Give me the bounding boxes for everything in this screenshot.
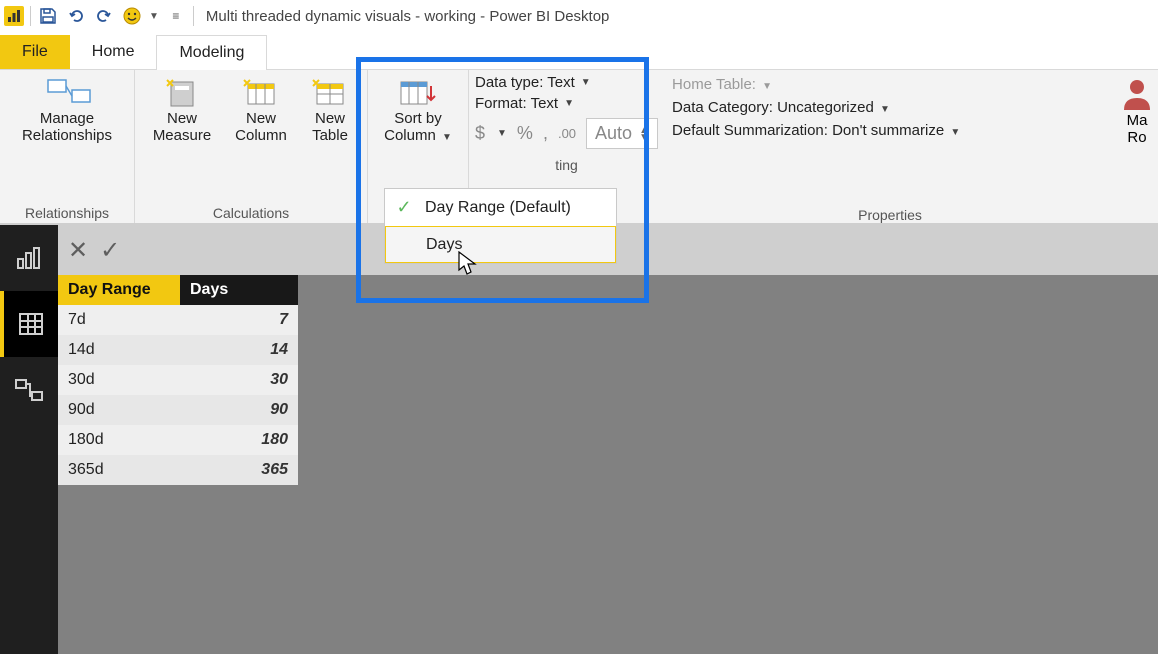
cancel-icon[interactable]: ✕ [68, 236, 88, 265]
chevron-down-icon[interactable]: ▼ [149, 11, 159, 22]
tab-file[interactable]: File [0, 35, 70, 69]
table-icon [309, 76, 351, 108]
label: Manage Relationships [22, 110, 112, 144]
tab-modeling[interactable]: Modeling [156, 35, 267, 70]
view-switcher [0, 225, 58, 654]
table-row[interactable]: 30d30 [58, 365, 298, 395]
column-icon [240, 76, 282, 108]
measure-icon [161, 76, 203, 108]
new-column-button[interactable]: New Column [225, 74, 297, 144]
sort-option-default[interactable]: ✓ Day Range (Default) [385, 189, 616, 226]
table-row[interactable]: 90d90 [58, 395, 298, 425]
new-measure-button[interactable]: New Measure [143, 74, 221, 144]
app-icon [4, 6, 24, 26]
group-label: Relationships [25, 205, 109, 221]
label: New Column [235, 110, 287, 144]
column-header-day-range[interactable]: Day Range [58, 275, 180, 305]
separator [193, 6, 194, 26]
table-row[interactable]: 7d7 [58, 305, 298, 335]
label: Day Range (Default) [425, 199, 571, 217]
default-summarization-dropdown[interactable]: Default Summarization: Don't summarize ▼ [672, 122, 1108, 139]
table-row[interactable]: 14d14 [58, 335, 298, 365]
home-table-dropdown[interactable]: Home Table: ▼ [672, 76, 1108, 93]
data-canvas: Day Range Days 7d7 14d14 30d30 90d90 180… [58, 275, 1158, 654]
data-table: Day Range Days 7d7 14d14 30d30 90d90 180… [58, 275, 298, 485]
table-row[interactable]: 180d180 [58, 425, 298, 455]
data-view-button[interactable] [0, 291, 58, 357]
label: Ma Ro [1127, 112, 1148, 146]
group-label: Properties [672, 207, 1108, 223]
separator [30, 6, 31, 26]
group-security-partial: Ma Ro [1116, 70, 1158, 223]
data-category-dropdown[interactable]: Data Category: Uncategorized ▼ [672, 99, 1108, 116]
commit-icon[interactable]: ✓ [100, 236, 120, 265]
redo-button[interactable] [93, 5, 115, 27]
manage-relationships-button[interactable]: Manage Relationships [8, 74, 126, 144]
sort-option-days[interactable]: Days [385, 226, 616, 263]
sort-by-column-menu: ✓ Day Range (Default) Days [384, 188, 617, 264]
tab-home[interactable]: Home [70, 35, 157, 69]
tutorial-highlight [356, 57, 649, 303]
new-table-button[interactable]: New Table [301, 74, 359, 144]
person-icon [1120, 76, 1154, 110]
undo-button[interactable] [65, 5, 87, 27]
save-button[interactable] [37, 5, 59, 27]
report-view-button[interactable] [0, 225, 58, 291]
column-header-days[interactable]: Days [180, 275, 298, 305]
window-title: Multi threaded dynamic visuals - working… [206, 8, 610, 25]
title-bar: ▼ ≡ Multi threaded dynamic visuals - wor… [0, 0, 1158, 32]
qat-customize[interactable]: ≡ [165, 5, 187, 27]
group-relationships: Manage Relationships Relationships [0, 70, 135, 223]
label: New Measure [153, 110, 211, 144]
table-row[interactable]: 365d365 [58, 455, 298, 485]
label: New Table [312, 110, 348, 144]
check-icon: ✓ [393, 197, 415, 218]
relationships-icon [46, 76, 88, 108]
label: Days [426, 236, 462, 254]
smiley-icon[interactable] [121, 5, 143, 27]
group-label: Calculations [213, 205, 289, 221]
group-calculations: New Measure New Column New Table Calcula… [135, 70, 368, 223]
group-properties: Home Table: ▼ Data Category: Uncategoriz… [664, 70, 1116, 223]
model-view-button[interactable] [0, 357, 58, 423]
